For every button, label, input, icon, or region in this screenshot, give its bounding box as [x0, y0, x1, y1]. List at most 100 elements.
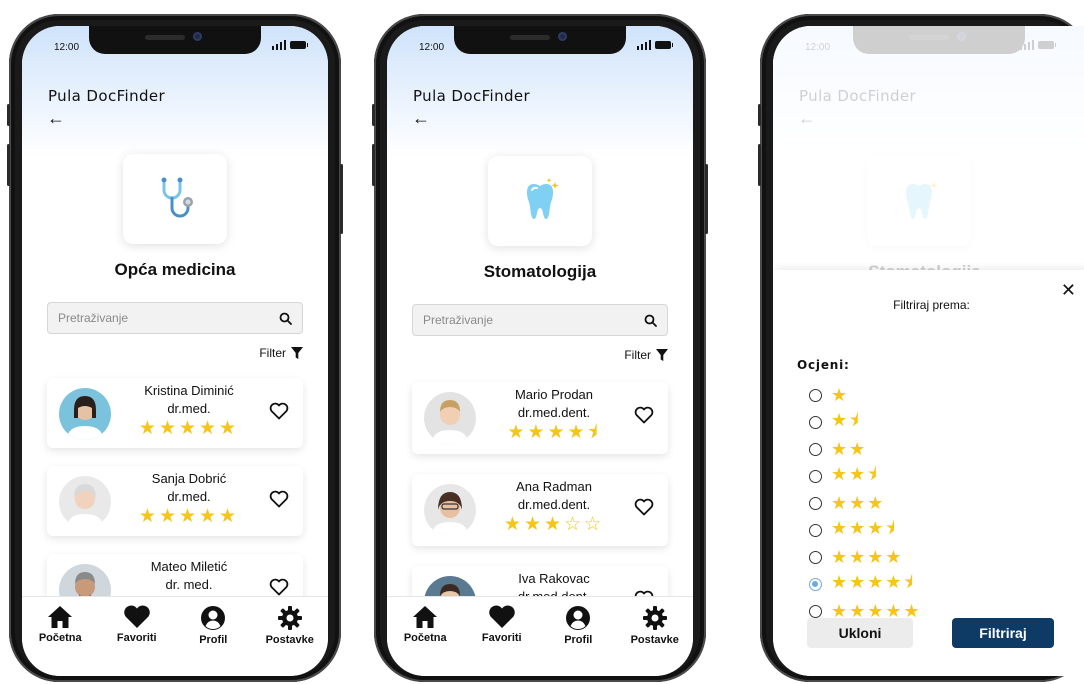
radio-button[interactable]: [809, 416, 822, 429]
heart-outline-icon[interactable]: [269, 578, 289, 596]
rating-option[interactable]: ★★⯨: [809, 463, 922, 490]
search-input[interactable]: Pretraživanje: [412, 304, 668, 336]
heart-outline-icon[interactable]: [634, 498, 654, 516]
nav-favorites[interactable]: Favoriti: [470, 605, 534, 676]
rating-option[interactable]: ★★★⯨: [809, 517, 922, 544]
nav-favorites-label: Favoriti: [116, 632, 157, 644]
screen: 12:00 Pula DocFinder ← Stomatologija Pre…: [387, 26, 693, 676]
doctor-name: Ana Radman: [516, 479, 592, 494]
radio-button[interactable]: [809, 497, 822, 510]
nav-settings[interactable]: Postavke: [623, 605, 687, 676]
rating-option[interactable]: ★★: [809, 436, 922, 463]
status-time: 12:00: [419, 42, 445, 53]
rating-option-stars: ★⯨: [831, 409, 861, 430]
doctor-name: Kristina Diminić: [144, 383, 234, 398]
nav-home[interactable]: Početna: [28, 605, 92, 676]
battery-icon: [655, 41, 673, 49]
avatar: [424, 484, 476, 536]
doctor-rating-stars: ★★★★★: [138, 418, 240, 439]
dim-overlay[interactable]: [773, 26, 1084, 270]
rating-option[interactable]: ★★★: [809, 490, 922, 517]
search-input[interactable]: Pretraživanje: [47, 302, 303, 334]
screen: 12:00 Pula DocFinder ← Opća medicina Pre…: [22, 26, 328, 676]
radio-button[interactable]: [809, 443, 822, 456]
nav-home[interactable]: Početna: [393, 605, 457, 676]
rating-option-selected[interactable]: ★★★★⯨: [809, 571, 922, 598]
nav-settings-label: Postavke: [265, 634, 314, 646]
filter-button[interactable]: Filter: [624, 348, 668, 362]
phone-notch: [89, 26, 261, 54]
doctor-rating-stars: ★★★☆☆: [503, 514, 605, 535]
funnel-icon: [656, 349, 668, 361]
remove-filter-button[interactable]: Ukloni: [807, 618, 913, 648]
doctor-card[interactable]: Mario Prodan dr.med.dent. ★★★★⯨: [412, 382, 668, 454]
phone-side-button: [758, 144, 761, 186]
rating-option-stars: ★★: [831, 439, 868, 459]
avatar: [59, 388, 111, 440]
heart-outline-icon[interactable]: [634, 406, 654, 424]
doctor-name: Mateo Miletić: [150, 559, 228, 574]
nav-profile[interactable]: Profil: [181, 605, 245, 676]
doctor-title: dr.med.dent.: [517, 497, 591, 512]
doctor-name: Mario Prodan: [514, 387, 594, 402]
specialty-icon-card: [488, 156, 592, 246]
rating-option-stars: ★★★: [831, 493, 886, 513]
funnel-icon: [291, 347, 303, 359]
back-arrow-icon[interactable]: ←: [47, 108, 65, 129]
phone-notch: [454, 26, 626, 54]
back-arrow-icon[interactable]: ←: [412, 108, 430, 129]
doctor-card[interactable]: Sanja Dobrić dr.med. ★★★★★: [47, 466, 303, 536]
rating-option-stars: ★★★★⯨: [831, 571, 916, 592]
avatar: [424, 392, 476, 444]
rating-option[interactable]: ★: [809, 382, 922, 409]
radio-button[interactable]: [809, 605, 822, 618]
doctor-info: Kristina Diminić dr.med. ★★★★★: [119, 383, 259, 438]
nav-home-label: Početna: [403, 632, 447, 644]
apply-filter-button[interactable]: Filtriraj: [952, 618, 1054, 648]
gear-icon: [642, 606, 667, 630]
nav-favorites[interactable]: Favoriti: [105, 605, 169, 676]
radio-button[interactable]: [809, 524, 822, 537]
nav-settings[interactable]: Postavke: [258, 605, 322, 676]
phone-side-button: [7, 104, 10, 126]
doctor-title: dr.med.: [167, 489, 211, 504]
phone-side-button: [340, 164, 343, 234]
doctor-info: Mario Prodan dr.med.dent. ★★★★⯨: [484, 387, 624, 442]
radio-button[interactable]: [809, 389, 822, 402]
heart-outline-icon[interactable]: [269, 402, 289, 420]
user-circle-icon: [201, 606, 226, 630]
doctor-info: Ana Radman dr.med.dent. ★★★☆☆: [484, 479, 624, 534]
phone-side-button: [7, 144, 10, 186]
rating-label: Ocjeni:: [797, 358, 850, 372]
doctor-name: Sanja Dobrić: [151, 471, 227, 486]
filter-button[interactable]: Filter: [259, 346, 303, 360]
bottom-nav: Početna Favoriti Profil Postavke: [22, 596, 328, 676]
search-icon[interactable]: [279, 312, 292, 325]
filter-sheet-title: Filtriraj prema:: [893, 298, 970, 312]
doctor-rating-stars: ★★★★⯨: [507, 422, 601, 443]
doctor-title: dr. med.: [165, 577, 213, 592]
doctor-name: Iva Rakovac: [518, 571, 590, 586]
radio-button[interactable]: [809, 470, 822, 483]
radio-button[interactable]: [809, 551, 822, 564]
rating-option[interactable]: ★⯨: [809, 409, 922, 436]
signal-icon: [636, 40, 651, 50]
rating-option-stars: ★★★★: [831, 547, 904, 567]
status-icons: [271, 40, 308, 50]
doctor-info: Sanja Dobrić dr.med. ★★★★★: [119, 471, 259, 526]
search-icon[interactable]: [644, 314, 657, 327]
search-placeholder: Pretraživanje: [58, 311, 129, 325]
signal-icon: [271, 40, 286, 50]
doctor-card[interactable]: Kristina Diminić dr.med. ★★★★★: [47, 378, 303, 448]
radio-button-selected[interactable]: [809, 578, 822, 591]
doctor-card[interactable]: Ana Radman dr.med.dent. ★★★☆☆: [412, 474, 668, 546]
avatar: [59, 476, 111, 528]
heart-outline-icon[interactable]: [269, 490, 289, 508]
status-time: 12:00: [54, 42, 80, 53]
nav-profile[interactable]: Profil: [546, 605, 610, 676]
battery-icon: [290, 41, 308, 49]
bottom-nav: Početna Favoriti Profil Postavke: [387, 596, 693, 676]
rating-option-stars: ★★⯨: [831, 463, 879, 484]
rating-option[interactable]: ★★★★: [809, 544, 922, 571]
search-placeholder: Pretraživanje: [423, 313, 494, 327]
